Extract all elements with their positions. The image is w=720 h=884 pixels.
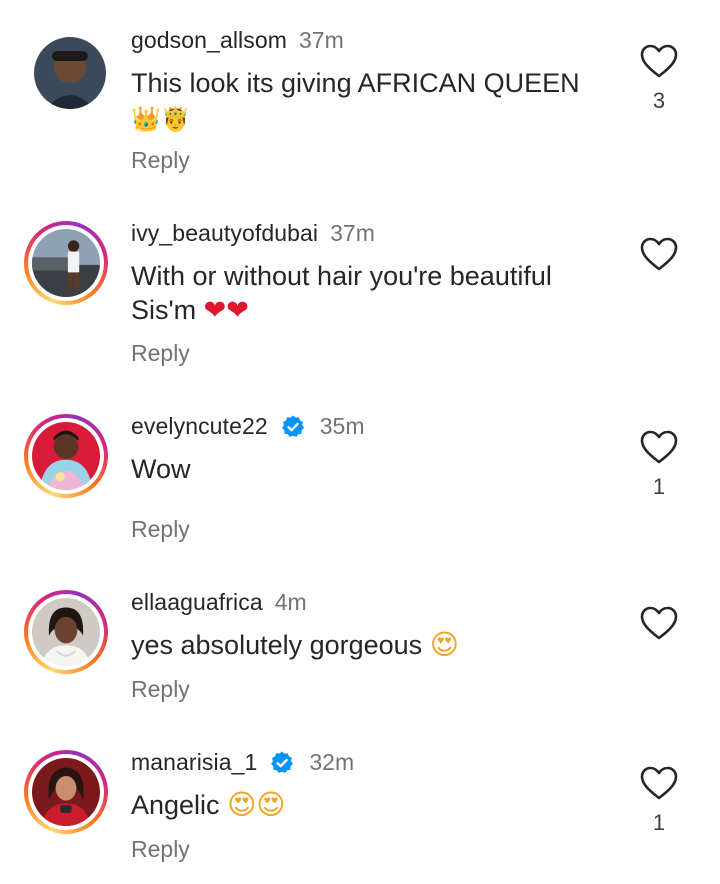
reply-button[interactable]: Reply [131, 340, 190, 367]
heart-outline-icon [639, 428, 679, 468]
timestamp: 37m [299, 27, 344, 53]
heart-eyes-emoji: 😍 [429, 628, 459, 661]
comment-meta: ellaaguafrica 4m [131, 589, 307, 616]
like-count: 1 [652, 810, 666, 835]
username[interactable]: ivy_beautyofdubai [131, 220, 318, 247]
reply-button[interactable]: Reply [131, 836, 190, 863]
timestamp: 32m [309, 749, 355, 775]
comment-text-line: Sis'm ❤❤ [131, 293, 611, 328]
avatar-image [32, 598, 100, 666]
like-button[interactable] [639, 428, 679, 468]
heart-outline-icon [639, 764, 679, 804]
avatar[interactable] [34, 37, 106, 109]
comment-meta: evelyncute22 35m [131, 413, 365, 440]
reply-button[interactable]: Reply [131, 516, 190, 543]
comment-text-line: Wow [131, 454, 191, 484]
like-button[interactable] [639, 604, 679, 644]
comment-text-line: With or without hair you're beautiful [131, 261, 552, 291]
verified-badge-icon [269, 750, 295, 776]
username[interactable]: manarisia_1 [131, 749, 257, 776]
comment-meta: manarisia_1 32m [131, 749, 354, 776]
heart-outline-icon [639, 235, 679, 275]
avatar-image [34, 37, 106, 109]
like-count: 1 [652, 474, 666, 499]
avatar[interactable] [24, 221, 108, 305]
like-button[interactable] [639, 764, 679, 804]
heart-eyes-emoji: 😍😍 [227, 788, 286, 821]
comment-emoji: 👑🤴 [131, 105, 191, 133]
comment-text: With or without hair you're beautiful Si… [131, 259, 611, 328]
like-button[interactable] [639, 235, 679, 275]
timestamp: 4m [274, 589, 307, 615]
verified-badge-icon [280, 414, 306, 440]
heart-outline-icon [639, 604, 679, 644]
username[interactable]: ellaaguafrica [131, 589, 263, 616]
heart-emoji: ❤❤ [203, 295, 249, 326]
comment-text-line: This look its giving AFRICAN QUEEN [131, 68, 580, 98]
username[interactable]: godson_allsom [131, 27, 287, 54]
username[interactable]: evelyncute22 [131, 413, 268, 440]
avatar-image [32, 422, 100, 490]
timestamp: 35m [319, 413, 365, 439]
avatar-image [32, 758, 100, 826]
comment-meta: ivy_beautyofdubai 37m [131, 220, 375, 247]
reply-button[interactable]: Reply [131, 676, 190, 703]
comment-text: yes absolutely gorgeous 😍 [131, 628, 611, 662]
reply-button[interactable]: Reply [131, 147, 190, 174]
comment-text-line: Angelic [131, 790, 220, 820]
like-button[interactable] [639, 42, 679, 82]
avatar[interactable] [24, 590, 108, 674]
timestamp: 37m [330, 220, 375, 246]
comment-text: This look its giving AFRICAN QUEEN 👑🤴 [131, 66, 611, 136]
avatar[interactable] [24, 750, 108, 834]
avatar[interactable] [24, 414, 108, 498]
comment-text: Angelic 😍😍 [131, 788, 611, 822]
comment-text-line: yes absolutely gorgeous [131, 630, 423, 660]
comment-meta: godson_allsom 37m [131, 27, 344, 54]
comment-text-line-2: Sis'm [131, 295, 197, 325]
avatar-image [32, 229, 100, 297]
like-count: 3 [652, 88, 666, 113]
heart-outline-icon [639, 42, 679, 82]
comment-text: Wow [131, 452, 611, 486]
